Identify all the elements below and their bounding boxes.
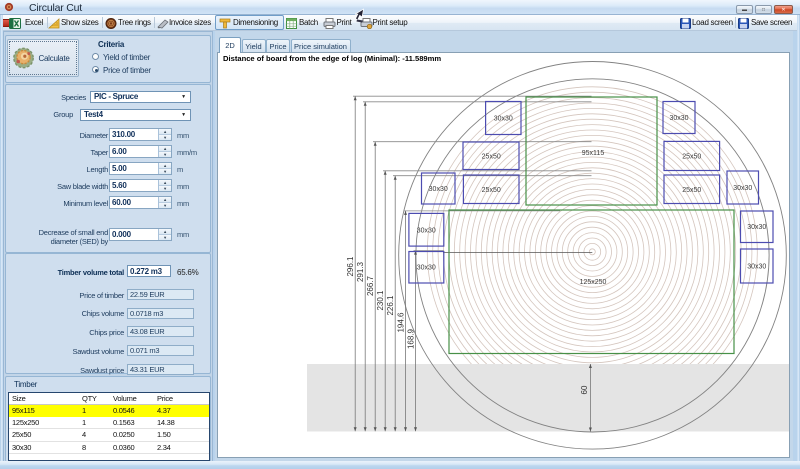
svg-text:25x50: 25x50 (482, 154, 501, 161)
svg-text:230.1: 230.1 (376, 290, 385, 311)
svg-text:168.9: 168.9 (406, 328, 415, 349)
svg-text:30x30: 30x30 (417, 265, 436, 272)
svg-text:25x50: 25x50 (482, 187, 501, 194)
svg-text:266.7: 266.7 (366, 275, 375, 296)
svg-text:30x30: 30x30 (429, 186, 448, 193)
svg-text:30x30: 30x30 (747, 264, 766, 271)
svg-text:25x50: 25x50 (682, 154, 701, 161)
svg-text:194.6: 194.6 (396, 312, 405, 333)
svg-text:291.3: 291.3 (356, 261, 365, 282)
svg-text:30x30: 30x30 (494, 116, 513, 123)
svg-text:30x30: 30x30 (733, 185, 752, 192)
svg-text:30x30: 30x30 (669, 115, 688, 122)
svg-text:25x50: 25x50 (682, 187, 701, 194)
svg-text:296.1: 296.1 (346, 256, 355, 277)
svg-text:95x115: 95x115 (582, 150, 605, 157)
svg-text:30x30: 30x30 (747, 224, 766, 231)
svg-text:125x250: 125x250 (580, 279, 607, 286)
svg-text:226.1: 226.1 (386, 295, 395, 316)
svg-text:30x30: 30x30 (417, 227, 436, 234)
svg-text:60: 60 (580, 385, 589, 394)
